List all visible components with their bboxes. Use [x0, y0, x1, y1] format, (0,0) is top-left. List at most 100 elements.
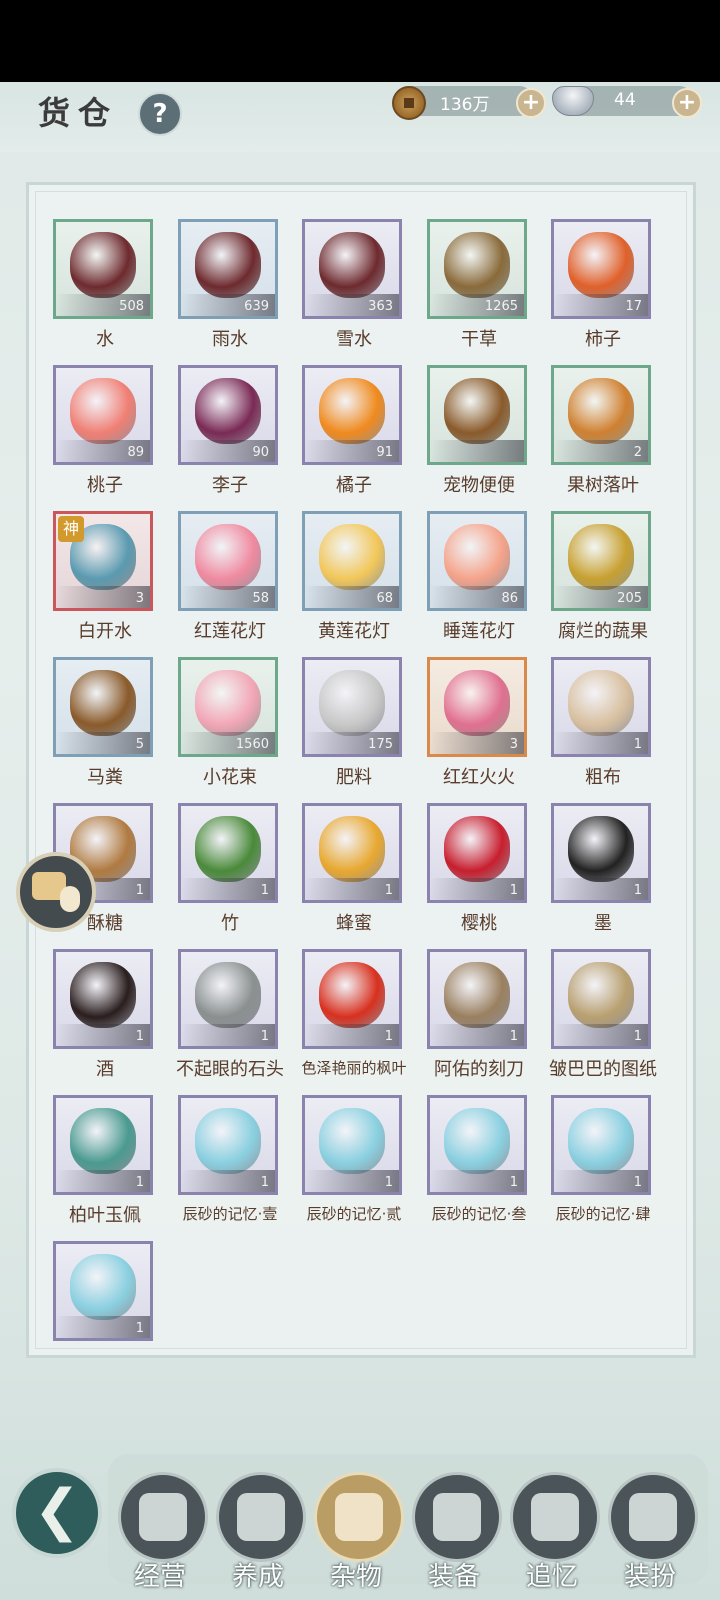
- inventory-item[interactable]: 1墨: [551, 803, 657, 934]
- item-frame: 1: [53, 949, 153, 1049]
- inventory-item[interactable]: 2 果树落叶: [551, 365, 657, 496]
- nav-tab[interactable]: 装扮: [602, 1462, 698, 1592]
- help-button[interactable]: ?: [138, 92, 182, 136]
- add-silver-button[interactable]: +: [672, 88, 702, 118]
- inventory-item[interactable]: 1 辰砂的记忆·壹: [178, 1095, 284, 1223]
- hay-icon: [444, 232, 510, 298]
- item-name: 橘子: [336, 475, 372, 496]
- item-name: 雪水: [336, 329, 372, 350]
- item-name: 竹: [221, 913, 239, 934]
- item-frame: 1: [551, 657, 651, 757]
- nav-tab-circle: [118, 1472, 208, 1562]
- inventory-item[interactable]: 68 黄莲花灯: [302, 511, 408, 642]
- ink-stick-icon: [568, 816, 634, 882]
- add-copper-button[interactable]: +: [516, 88, 546, 118]
- item-frame: 1: [302, 803, 402, 903]
- item-frame: 1: [53, 1095, 153, 1195]
- inventory-item[interactable]: 90 李子: [178, 365, 284, 496]
- item-count: 205: [617, 591, 642, 606]
- inventory-item[interactable]: 1 柏叶玉佩: [53, 1095, 159, 1226]
- inventory-item[interactable]: 1 辰砂的记忆·肆: [551, 1095, 657, 1223]
- divine-badge: 神: [58, 516, 84, 542]
- page-title: 货仓: [38, 94, 119, 132]
- inventory-item[interactable]: 1 蜂蜜: [302, 803, 408, 934]
- inventory-item[interactable]: 1 粗布: [551, 657, 657, 788]
- nav-tab[interactable]: 杂物: [308, 1462, 404, 1592]
- inventory-item[interactable]: 1 皱巴巴的图纸: [549, 949, 657, 1080]
- nav-tab-label: 经营: [133, 1562, 186, 1592]
- inventory-item[interactable]: 1 阿佑的刻刀: [427, 949, 533, 1080]
- item-name: 宠物便便: [443, 475, 515, 496]
- wine-jar-icon: [70, 962, 136, 1028]
- item-frame: 1: [551, 803, 651, 903]
- item-frame: 5: [53, 657, 153, 757]
- item-name: 红红火火: [443, 767, 515, 788]
- memory-book-icon: [70, 1254, 136, 1320]
- nav-tab[interactable]: 经营: [112, 1462, 208, 1592]
- item-name: 柏叶玉佩: [69, 1205, 141, 1226]
- inventory-item[interactable]: 1: [53, 1241, 159, 1367]
- bucket-water-icon: [70, 232, 136, 298]
- inventory-item[interactable]: 17 柿子: [551, 219, 657, 350]
- item-count: 1: [260, 883, 269, 898]
- item-count: 175: [368, 737, 393, 752]
- inventory-item[interactable]: 神 3 白开水: [53, 511, 159, 642]
- inventory-item[interactable]: 1 不起眼的石头: [176, 949, 284, 1080]
- item-frame: 86: [427, 511, 527, 611]
- bowl-icon: [139, 1493, 187, 1541]
- back-button[interactable]: ❮: [12, 1468, 102, 1558]
- inventory-item[interactable]: 1 色泽艳丽的枫叶: [301, 949, 408, 1077]
- bamboo-icon: [195, 816, 261, 882]
- inventory-item[interactable]: 宠物便便: [427, 365, 533, 496]
- item-frame: 1: [178, 803, 278, 903]
- nav-tab-label: 装备: [427, 1562, 480, 1592]
- count-strip: [430, 440, 524, 462]
- inventory-item[interactable]: 89 桃子: [53, 365, 159, 496]
- inventory-item[interactable]: 508 水: [53, 219, 159, 350]
- inventory-item[interactable]: 1 辰砂的记忆·贰: [302, 1095, 408, 1223]
- item-name: 李子: [212, 475, 248, 496]
- inventory-item[interactable]: 363 雪水: [302, 219, 408, 350]
- item-count: 363: [368, 299, 393, 314]
- inventory-item[interactable]: 175 肥料: [302, 657, 408, 788]
- inventory-item[interactable]: 1 辰砂的记忆·叁: [427, 1095, 533, 1223]
- item-count: 89: [127, 445, 144, 460]
- inventory-item[interactable]: 1560 小花束: [178, 657, 284, 788]
- tangerine-icon: [319, 378, 385, 444]
- nav-tab[interactable]: 装备: [406, 1462, 502, 1592]
- nav-tab-circle: [412, 1472, 502, 1562]
- item-count: 1: [633, 1029, 642, 1044]
- robe-icon: [433, 1493, 481, 1541]
- letter-icon: [531, 1493, 579, 1541]
- item-frame: 1: [302, 1095, 402, 1195]
- nav-tab[interactable]: 追忆: [504, 1462, 600, 1592]
- inventory-item[interactable]: 3 红红火火: [427, 657, 533, 788]
- inventory-item[interactable]: 91 橘子: [302, 365, 408, 496]
- memory-book-icon: [319, 1108, 385, 1174]
- item-frame: 1: [178, 1095, 278, 1195]
- inventory-item[interactable]: 1 樱桃: [427, 803, 533, 934]
- inventory-item[interactable]: 1265 干草: [427, 219, 533, 350]
- item-count: 1265: [484, 299, 518, 314]
- inventory-item[interactable]: 5 马粪: [53, 657, 159, 788]
- copper-amount: 136万: [440, 95, 490, 115]
- inventory-item[interactable]: 58 红莲花灯: [178, 511, 284, 642]
- inventory-item[interactable]: 1竹: [178, 803, 284, 934]
- item-frame: 68: [302, 511, 402, 611]
- nav-tab-label: 追忆: [525, 1562, 578, 1592]
- inventory-item[interactable]: 1酒: [53, 949, 159, 1080]
- copper-coin-icon: [392, 86, 426, 120]
- inventory-item[interactable]: 86 睡莲花灯: [427, 511, 533, 642]
- chat-button[interactable]: [16, 852, 96, 932]
- item-frame: 175: [302, 657, 402, 757]
- nav-tab-circle: [216, 1472, 306, 1562]
- item-name: 柿子: [585, 329, 621, 350]
- nav-tab-circle: [608, 1472, 698, 1562]
- nav-tab[interactable]: 养成: [210, 1462, 306, 1592]
- item-count: 1: [260, 1029, 269, 1044]
- item-name: 墨: [594, 913, 612, 934]
- item-count: 639: [244, 299, 269, 314]
- item-frame: 1: [178, 949, 278, 1049]
- inventory-item[interactable]: 639 雨水: [178, 219, 284, 350]
- inventory-item[interactable]: 205 腐烂的蔬果: [551, 511, 657, 642]
